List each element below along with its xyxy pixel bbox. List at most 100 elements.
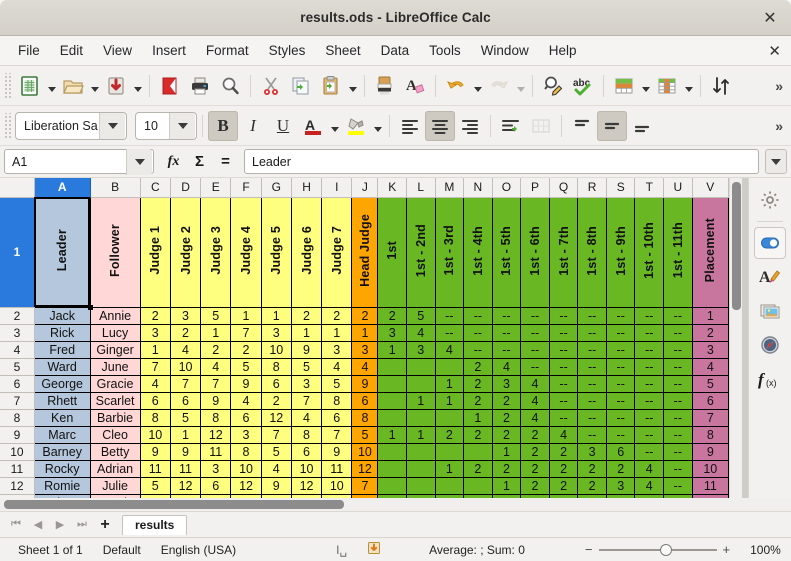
row-header-1[interactable]: 1 (0, 196, 35, 308)
cell-V3[interactable]: 2 (691, 323, 729, 342)
cell-C11[interactable]: 11 (139, 459, 171, 478)
menu-insert[interactable]: Insert (142, 39, 196, 62)
align-middle-icon[interactable] (597, 110, 627, 141)
cell-K4[interactable]: 1 (377, 340, 407, 359)
zoom-slider[interactable]: − + (575, 542, 740, 557)
cell-A9[interactable]: Marc (33, 425, 91, 444)
cell-C5[interactable]: 7 (139, 357, 171, 376)
name-box[interactable]: A1 (4, 148, 154, 175)
column-header-a[interactable]: A (33, 178, 91, 198)
cell-U10[interactable]: -- (663, 442, 693, 461)
cell-C3[interactable]: 3 (139, 323, 171, 342)
cell-N11[interactable]: 2 (463, 459, 493, 478)
cell-D2[interactable]: 3 (169, 306, 202, 325)
cell-N7[interactable]: 2 (463, 391, 493, 410)
cell-R6[interactable]: -- (577, 374, 607, 393)
cell-G10[interactable]: 5 (260, 442, 292, 461)
cell-I11[interactable]: 11 (321, 459, 353, 478)
cell-L8[interactable] (405, 408, 436, 427)
bold-button[interactable]: B (208, 110, 238, 141)
last-sheet-button[interactable]: ⏭ (72, 515, 92, 535)
cell-S6[interactable]: -- (605, 374, 636, 393)
menu-data[interactable]: Data (371, 39, 420, 62)
cell-P4[interactable]: -- (520, 340, 550, 359)
cell-K5[interactable] (377, 357, 407, 376)
cell-U6[interactable]: -- (663, 374, 693, 393)
cell-V7[interactable]: 6 (691, 391, 729, 410)
undo-icon[interactable] (441, 71, 471, 101)
cell-F8[interactable]: 6 (230, 408, 262, 427)
cell-C6[interactable]: 4 (139, 374, 171, 393)
cell-H2[interactable]: 2 (290, 306, 323, 325)
cell-M9[interactable]: 2 (434, 425, 465, 444)
row-header-3[interactable]: 3 (0, 323, 35, 342)
paste-icon[interactable] (316, 71, 346, 101)
cell-L5[interactable] (405, 357, 436, 376)
new-document-dropdown-icon[interactable] (45, 71, 58, 101)
cell-J4[interactable]: 3 (351, 340, 379, 359)
row-header-7[interactable]: 7 (0, 391, 35, 410)
cell-I4[interactable]: 3 (321, 340, 353, 359)
column-header-p[interactable]: P (520, 178, 550, 198)
cell-P7[interactable]: 4 (520, 391, 550, 410)
cell-U8[interactable]: -- (663, 408, 693, 427)
column-operations-icon[interactable] (652, 71, 682, 101)
cell-A5[interactable]: Ward (33, 357, 91, 376)
column-header-t[interactable]: T (634, 178, 665, 198)
cell-N6[interactable]: 2 (463, 374, 493, 393)
cell-S10[interactable]: 6 (605, 442, 636, 461)
cell-M4[interactable]: 4 (434, 340, 465, 359)
menu-edit[interactable]: Edit (50, 39, 93, 62)
cell-V12[interactable]: 11 (691, 476, 729, 495)
cell-L7[interactable]: 1 (405, 391, 436, 410)
menu-sheet[interactable]: Sheet (315, 39, 370, 62)
row-header-6[interactable]: 6 (0, 374, 35, 393)
cell-B8[interactable]: Barbie (89, 408, 141, 427)
cell-T8[interactable]: -- (634, 408, 665, 427)
undo-dropdown-icon[interactable] (471, 71, 484, 101)
redo-icon[interactable] (484, 71, 514, 101)
cell-K8[interactable] (377, 408, 407, 427)
menu-styles[interactable]: Styles (259, 39, 316, 62)
header-cell-I1[interactable]: Judge 7 (321, 196, 353, 308)
cell-B9[interactable]: Cleo (89, 425, 141, 444)
cell-B10[interactable]: Betty (89, 442, 141, 461)
cell-N8[interactable]: 1 (463, 408, 493, 427)
vertical-scrollbar[interactable] (729, 178, 742, 498)
column-header-h[interactable]: H (290, 178, 323, 198)
zoom-level[interactable]: 100% (740, 543, 791, 557)
cell-F11[interactable]: 10 (230, 459, 262, 478)
cell-O5[interactable]: 4 (491, 357, 522, 376)
cell-R11[interactable]: 2 (577, 459, 607, 478)
cell-V5[interactable]: 4 (691, 357, 729, 376)
formula-input-line[interactable]: Leader (244, 149, 759, 174)
cell-K2[interactable]: 2 (377, 306, 407, 325)
cell-E8[interactable]: 8 (200, 408, 232, 427)
header-cell-A1[interactable]: Leader (33, 196, 93, 310)
italic-button[interactable]: I (238, 111, 268, 141)
column-header-r[interactable]: R (577, 178, 607, 198)
column-header-s[interactable]: S (605, 178, 636, 198)
header-cell-J1[interactable]: Head Judge (351, 196, 379, 308)
cell-L11[interactable] (405, 459, 436, 478)
sort-icon[interactable] (706, 71, 736, 101)
function-wizard-icon[interactable]: fx (161, 149, 186, 174)
cell-O9[interactable]: 2 (491, 425, 522, 444)
cell-K9[interactable]: 1 (377, 425, 407, 444)
save-file-dropdown-icon[interactable] (131, 71, 144, 101)
cell-G11[interactable]: 4 (260, 459, 292, 478)
cell-J8[interactable]: 8 (351, 408, 379, 427)
cell-H10[interactable]: 6 (290, 442, 323, 461)
column-header-e[interactable]: E (200, 178, 232, 198)
menu-format[interactable]: Format (196, 39, 259, 62)
cell-C12[interactable]: 5 (139, 476, 171, 495)
redo-dropdown-icon[interactable] (514, 71, 527, 101)
cell-U9[interactable]: -- (663, 425, 693, 444)
zoom-in-button[interactable]: + (723, 542, 731, 557)
cell-G2[interactable]: 1 (260, 306, 292, 325)
cell-H3[interactable]: 1 (290, 323, 323, 342)
save-status-icon[interactable] (357, 541, 391, 558)
cell-T9[interactable]: -- (634, 425, 665, 444)
cell-G12[interactable]: 9 (260, 476, 292, 495)
cell-B11[interactable]: Adrian (89, 459, 141, 478)
